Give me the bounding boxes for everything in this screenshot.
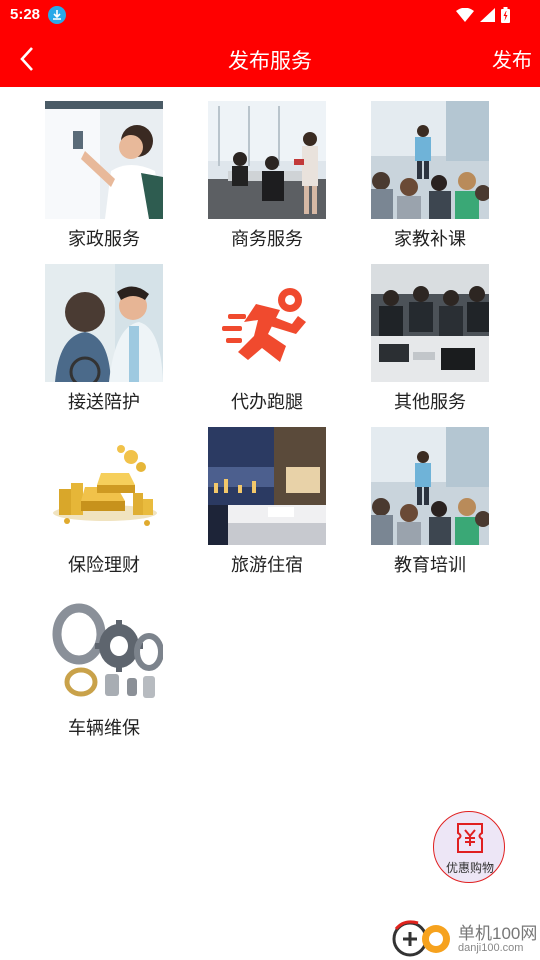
service-item-education-training[interactable]: 教育培训	[365, 413, 495, 575]
fab-label: 优惠购物	[445, 861, 494, 875]
publish-button[interactable]: 发布	[492, 44, 532, 73]
watermark-url: danji100.com	[458, 942, 524, 954]
service-item-other[interactable]: 其他服务	[365, 250, 495, 412]
download-icon	[48, 6, 66, 24]
tutoring-image	[371, 101, 489, 219]
status-time: 5:28	[10, 6, 41, 23]
watermark-brand: 单机100网	[458, 924, 538, 943]
escort-care-image	[45, 264, 163, 382]
watermark-logo-icon	[392, 920, 450, 957]
service-item-errands[interactable]: 代办跑腿	[202, 250, 332, 412]
service-item-escort-care[interactable]: 接送陪护	[39, 250, 169, 412]
service-label: 接送陪护	[68, 392, 140, 412]
service-item-business[interactable]: 商务服务	[202, 87, 332, 249]
service-item-housekeeping[interactable]: 家政服务	[39, 87, 169, 249]
yen-ticket-icon	[457, 823, 483, 853]
service-label: 商务服务	[231, 229, 303, 249]
runner-icon	[208, 264, 326, 382]
service-item-tutoring[interactable]: 家教补课	[365, 87, 495, 249]
status-icons	[456, 7, 510, 23]
service-label: 教育培训	[394, 555, 466, 575]
training-image	[371, 427, 489, 545]
wifi-icon	[456, 8, 474, 22]
gears-bearings-image	[45, 590, 163, 708]
service-item-travel-lodging[interactable]: 旅游住宿	[202, 413, 332, 575]
service-label: 保险理财	[68, 555, 140, 575]
page-title: 发布服务	[228, 50, 312, 73]
business-image	[208, 101, 326, 219]
service-label: 旅游住宿	[231, 555, 303, 575]
service-item-insurance-finance[interactable]: 保险理财	[39, 413, 169, 575]
battery-icon	[501, 7, 510, 23]
status-bar: 5:28	[0, 0, 540, 30]
service-item-vehicle-maintenance[interactable]: 车辆维保	[39, 576, 169, 738]
signal-icon	[480, 8, 495, 22]
service-label: 家教补课	[394, 229, 466, 249]
service-label: 家政服务	[68, 229, 140, 249]
hotel-room-image	[208, 427, 326, 545]
gold-coins-image	[45, 427, 163, 545]
watermark: 单机100网 danji100.com	[390, 915, 540, 960]
service-label: 其他服务	[394, 392, 466, 412]
housekeeping-image	[45, 101, 163, 219]
app-bar: 发布服务 发布	[0, 30, 540, 87]
service-label: 车辆维保	[68, 718, 140, 738]
discount-shopping-button[interactable]: 优惠购物	[433, 811, 505, 883]
service-label: 代办跑腿	[231, 392, 303, 412]
other-services-image	[371, 264, 489, 382]
